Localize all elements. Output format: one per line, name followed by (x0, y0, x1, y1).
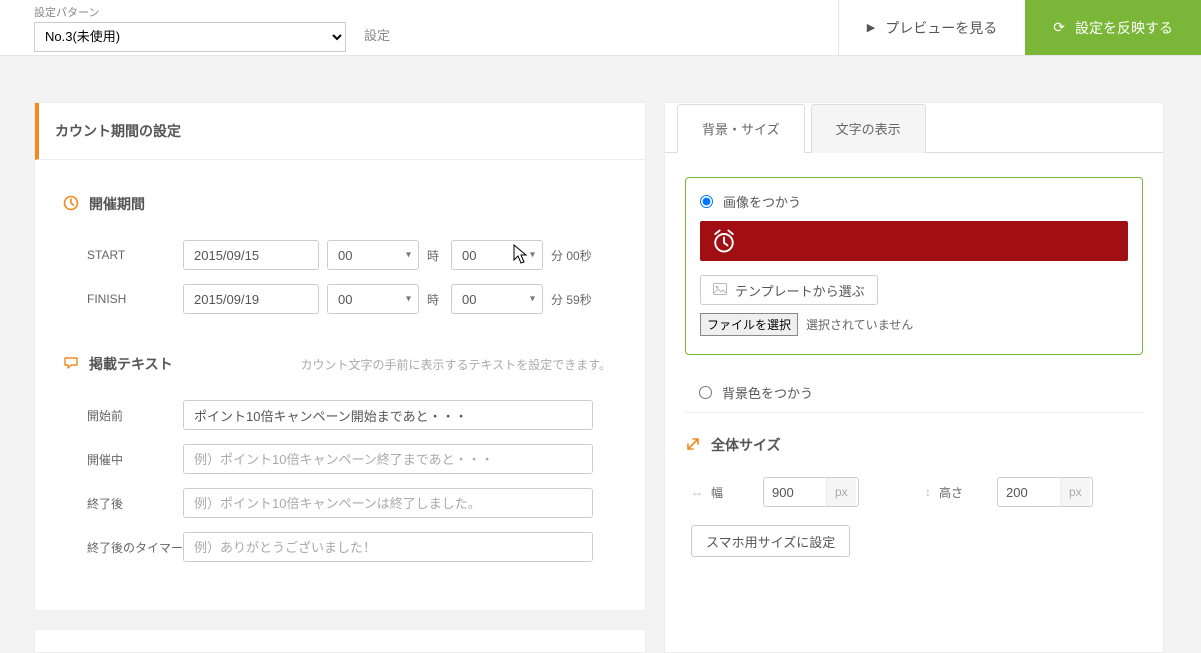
during-input[interactable] (183, 444, 593, 474)
pattern-label: 設定パターン (34, 4, 346, 20)
after-label: 終了後 (63, 495, 183, 512)
choose-template-label: テンプレートから選ぶ (735, 281, 865, 300)
smartphone-size-button[interactable]: スマホ用サイズに設定 (691, 525, 850, 557)
tabs: 背景・サイズ 文字の表示 (665, 103, 1163, 153)
after-timer-label: 終了後のタイマー (63, 539, 183, 556)
clock-icon (63, 195, 79, 214)
extra-panel (34, 629, 646, 653)
use-image-radio[interactable] (700, 195, 713, 208)
preview-button-label: プレビューを見る (885, 18, 997, 38)
image-icon (713, 282, 727, 298)
height-input[interactable] (998, 478, 1060, 506)
right-panel: 背景・サイズ 文字の表示 画像をつかう (664, 102, 1164, 653)
topbar: 設定パターン No.3(未使用) 設定 ▶ プレビューを見る ⟳ 設定を反映する (0, 0, 1201, 56)
apply-button[interactable]: ⟳ 設定を反映する (1025, 0, 1201, 55)
height-label: 高さ (939, 484, 963, 501)
finish-min-select[interactable]: 00 (451, 284, 543, 314)
use-bgcolor-radio-row[interactable]: 背景色をつかう (699, 383, 1129, 402)
alarm-clock-icon (710, 227, 738, 255)
settings-link[interactable]: 設定 (364, 25, 390, 44)
start-min-select[interactable]: 00 (451, 240, 543, 270)
before-input[interactable] (183, 400, 593, 430)
refresh-icon: ⟳ (1053, 19, 1065, 36)
choose-file-button[interactable]: ファイルを選択 (700, 313, 798, 336)
period-heading: 開催期間 (63, 194, 611, 214)
chat-icon (63, 355, 79, 374)
panel-title: カウント期間の設定 (35, 103, 645, 160)
choose-template-button[interactable]: テンプレートから選ぶ (700, 275, 878, 305)
after-timer-input[interactable] (183, 532, 593, 562)
width-arrow-icon: ↔ (691, 485, 703, 499)
finish-min-suffix: 分 59秒 (551, 291, 592, 308)
pattern-select[interactable]: No.3(未使用) (34, 22, 346, 52)
width-input[interactable] (764, 478, 826, 506)
preview-button[interactable]: ▶ プレビューを見る (838, 0, 1025, 55)
use-image-label: 画像をつかう (723, 192, 801, 211)
period-heading-text: 開催期間 (89, 194, 145, 214)
apply-button-label: 設定を反映する (1075, 18, 1173, 38)
play-icon: ▶ (867, 21, 875, 34)
tab-background[interactable]: 背景・サイズ (677, 104, 805, 153)
finish-date-input[interactable] (183, 284, 319, 314)
text-hint: カウント文字の手前に表示するテキストを設定できます。 (301, 356, 611, 373)
use-bgcolor-label: 背景色をつかう (722, 383, 813, 402)
tab-text-display[interactable]: 文字の表示 (811, 104, 926, 153)
width-label: 幅 (711, 484, 723, 501)
image-preview (700, 221, 1128, 261)
after-input[interactable] (183, 488, 593, 518)
left-panel: カウント期間の設定 開催期間 START 00 時 00 (34, 102, 646, 611)
finish-hour-select[interactable]: 00 (327, 284, 419, 314)
size-heading: 全体サイズ (685, 435, 1143, 455)
use-image-radio-row[interactable]: 画像をつかう (700, 192, 1128, 211)
resize-icon (685, 436, 701, 455)
start-label: START (63, 248, 183, 262)
finish-label: FINISH (63, 292, 183, 306)
during-label: 開催中 (63, 451, 183, 468)
start-min-suffix: 分 00秒 (551, 247, 592, 264)
size-heading-text: 全体サイズ (711, 435, 781, 455)
hour-unit: 時 (427, 247, 439, 264)
start-date-input[interactable] (183, 240, 319, 270)
px-unit-2: px (1060, 478, 1090, 506)
hour-unit-2: 時 (427, 291, 439, 308)
use-bgcolor-radio[interactable] (699, 386, 712, 399)
text-heading-text: 掲載テキスト (89, 354, 173, 374)
px-unit: px (826, 478, 856, 506)
text-heading: 掲載テキスト カウント文字の手前に表示するテキストを設定できます。 (63, 354, 611, 374)
height-arrow-icon: ↕ (925, 485, 931, 499)
before-label: 開始前 (63, 407, 183, 424)
file-status: 選択されていません (806, 316, 913, 333)
start-hour-select[interactable]: 00 (327, 240, 419, 270)
use-image-block: 画像をつかう テンプレートから選ぶ ファイルを選択 (685, 177, 1143, 355)
